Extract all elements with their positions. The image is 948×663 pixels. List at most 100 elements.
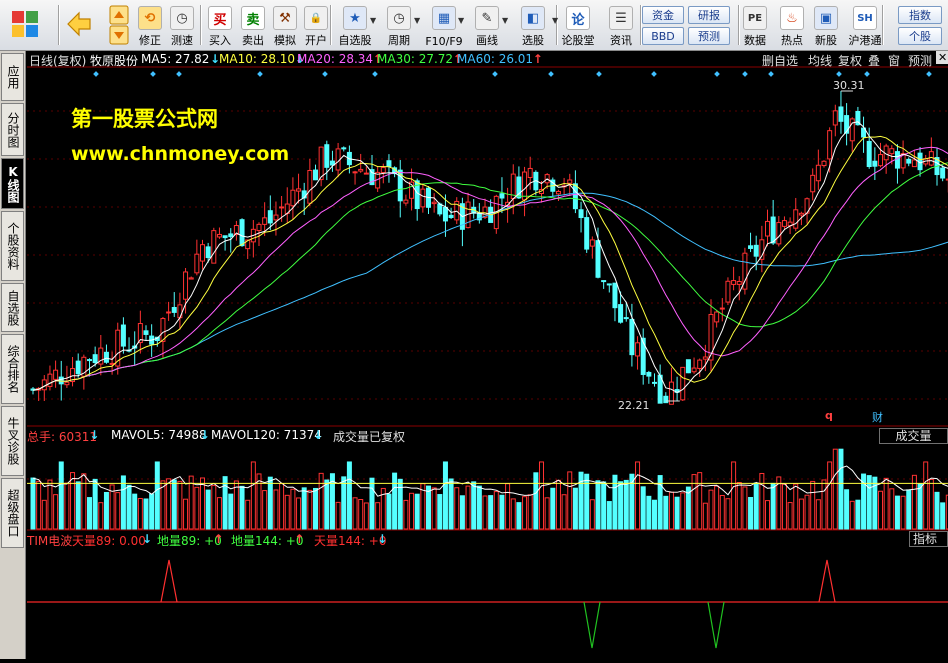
- left-tab-分时图[interactable]: 分时图: [1, 103, 24, 156]
- candle-body: [41, 379, 47, 391]
- toolbar-label: 自选股: [338, 34, 372, 47]
- dropdown-arrow-icon[interactable]: ▼: [414, 16, 420, 25]
- volume-bar: [623, 479, 629, 530]
- toolbar-button-数据[interactable]: PE 数据: [740, 2, 770, 49]
- marker-finance[interactable]: 财: [872, 409, 883, 425]
- dropdown-arrow-icon[interactable]: ▼: [552, 16, 558, 25]
- event-marker-icon: [150, 71, 156, 77]
- toolbar-button-周期[interactable]: ◷ 周期: [380, 2, 418, 49]
- candle-body: [691, 367, 697, 373]
- left-tab-牛叉诊股[interactable]: 牛叉诊股: [1, 406, 24, 476]
- toolbar-button-画线[interactable]: ✎ 画线: [468, 2, 506, 49]
- toolbar-button-btn0[interactable]: [8, 2, 42, 49]
- header-button-叠[interactable]: 叠: [868, 52, 880, 69]
- volume-bar: [194, 486, 200, 530]
- new-stock-icon: ▣: [814, 6, 838, 30]
- toolbar-button-新股[interactable]: ▣ 新股: [812, 2, 840, 49]
- kline-chart-area[interactable]: 日线(复权) 牧原股份 MA5: 27.82 ↓ MA10: 28.10 ↓ MA20:…: [27, 51, 948, 659]
- toolbar-button-开户[interactable]: 🔒 开户: [302, 2, 330, 49]
- volume-bar: [363, 502, 369, 530]
- left-tab-个股资料[interactable]: 个股资料: [1, 211, 24, 281]
- dropdown-arrow-icon[interactable]: ▼: [370, 16, 376, 25]
- candle-body: [313, 169, 318, 181]
- volume-label_mavol5: MAVOL5: 74988: [111, 428, 207, 442]
- volume-bar: [928, 478, 934, 530]
- toolbar-button-资讯[interactable]: ☰ 资讯: [606, 2, 636, 49]
- toolbar-button-论股堂[interactable]: 论论股堂: [562, 2, 595, 49]
- candle-body: [601, 280, 607, 283]
- indicator-name[interactable]: TIM电波: [27, 532, 72, 549]
- volume-bar: [409, 492, 415, 530]
- toolbar-button-测速[interactable]: ◷ 测速: [168, 2, 196, 49]
- left-tab-应用[interactable]: 应用: [1, 53, 24, 101]
- dropdown-arrow-icon[interactable]: ▼: [458, 16, 464, 25]
- toolbar-button-btn2[interactable]: [106, 2, 132, 49]
- indicator-explain-button[interactable]: 指标说: [909, 531, 948, 547]
- toolbar-button-卖出[interactable]: 卖卖出: [239, 2, 267, 49]
- close-icon[interactable]: ✕: [936, 51, 948, 64]
- header-button-均线[interactable]: 均线: [808, 52, 832, 69]
- toolbar-button-热点[interactable]: ♨ 热点: [777, 2, 807, 49]
- volume-bar: [233, 480, 239, 530]
- volume-bar: [70, 472, 76, 530]
- volume-bar: [296, 497, 302, 530]
- toolbar-pill-研报[interactable]: 研报: [688, 6, 730, 24]
- toolbar-separator: [556, 5, 558, 45]
- toolbar-button-修正[interactable]: ⟲ 修正: [136, 2, 164, 49]
- header-button-预测[interactable]: 预测: [908, 52, 932, 69]
- toolbar-label: F10/F9: [425, 35, 463, 48]
- candle-body: [205, 246, 211, 259]
- marker-q[interactable]: q: [825, 409, 833, 422]
- volume-bar: [522, 496, 528, 530]
- toolbar-pill-资金[interactable]: 资金: [642, 6, 684, 24]
- toolbar-pill-预测[interactable]: 预测: [688, 27, 730, 45]
- candle-body: [437, 203, 443, 215]
- toolbar-button-自选股[interactable]: ★ 自选股: [336, 2, 374, 49]
- candle-body: [194, 253, 200, 274]
- volume-bar: [516, 502, 522, 530]
- toolbar-button-模拟[interactable]: ⚒ 模拟: [271, 2, 299, 49]
- toolbar-button-沪港通[interactable]: SH 沪港通: [846, 2, 884, 49]
- sell-icon: 卖: [241, 6, 265, 30]
- volume-bar: [87, 497, 92, 530]
- volume-button[interactable]: 成交量: [879, 428, 948, 444]
- toolbar-button-btn1[interactable]: [62, 2, 96, 49]
- toolbar-pill-BBD[interactable]: BBD: [642, 27, 684, 45]
- volume-bar: [36, 480, 42, 530]
- period-label[interactable]: 日线(复权): [29, 52, 86, 69]
- toolbar-pill-个股[interactable]: 个股: [898, 27, 942, 45]
- candle-body: [872, 160, 878, 167]
- header-button-删自选[interactable]: 删自选: [762, 52, 798, 69]
- dropdown-arrow-icon[interactable]: ▼: [502, 16, 508, 25]
- toolbar-button-F10/F9[interactable]: ▦ F10/F9: [424, 2, 464, 49]
- toolbar-button-买入[interactable]: 买买入: [206, 2, 234, 49]
- toolbar-label: 新股: [815, 34, 837, 47]
- toolbar-label: 买入: [209, 34, 231, 47]
- toolbar-button-选股[interactable]: ◧ 选股: [512, 2, 554, 49]
- candle-body: [832, 110, 838, 126]
- volume-bar: [781, 483, 787, 530]
- back-arrow-icon: [65, 10, 93, 38]
- event-marker-icon: [714, 71, 720, 77]
- volume-bar: [442, 461, 448, 530]
- left-tab-超级盘口[interactable]: 超级盘口: [1, 478, 24, 548]
- candle-body: [363, 172, 369, 175]
- candle-body: [878, 154, 883, 167]
- candle-body: [736, 280, 742, 285]
- toolbar-pill-指数[interactable]: 指数: [898, 6, 942, 24]
- event-marker-icon: [836, 71, 842, 77]
- left-tab-综合排名[interactable]: 综合排名: [1, 334, 24, 404]
- indicator-arrow-icon: ↓: [377, 532, 388, 546]
- volume-bar: [810, 480, 816, 530]
- candle-body: [781, 220, 787, 227]
- forum-icon: 论: [566, 6, 590, 30]
- candle-body: [273, 214, 279, 221]
- header-button-复权[interactable]: 复权: [838, 52, 862, 69]
- volume-bar: [714, 485, 720, 530]
- header-button-窗[interactable]: 窗: [888, 52, 900, 69]
- indicator-item-3: 天量144: +0: [314, 534, 387, 548]
- volume-bar: [313, 487, 318, 530]
- left-tab-K线图[interactable]: K线图: [1, 158, 24, 209]
- left-tab-自选股[interactable]: 自选股: [1, 283, 24, 332]
- candle-body: [714, 311, 720, 323]
